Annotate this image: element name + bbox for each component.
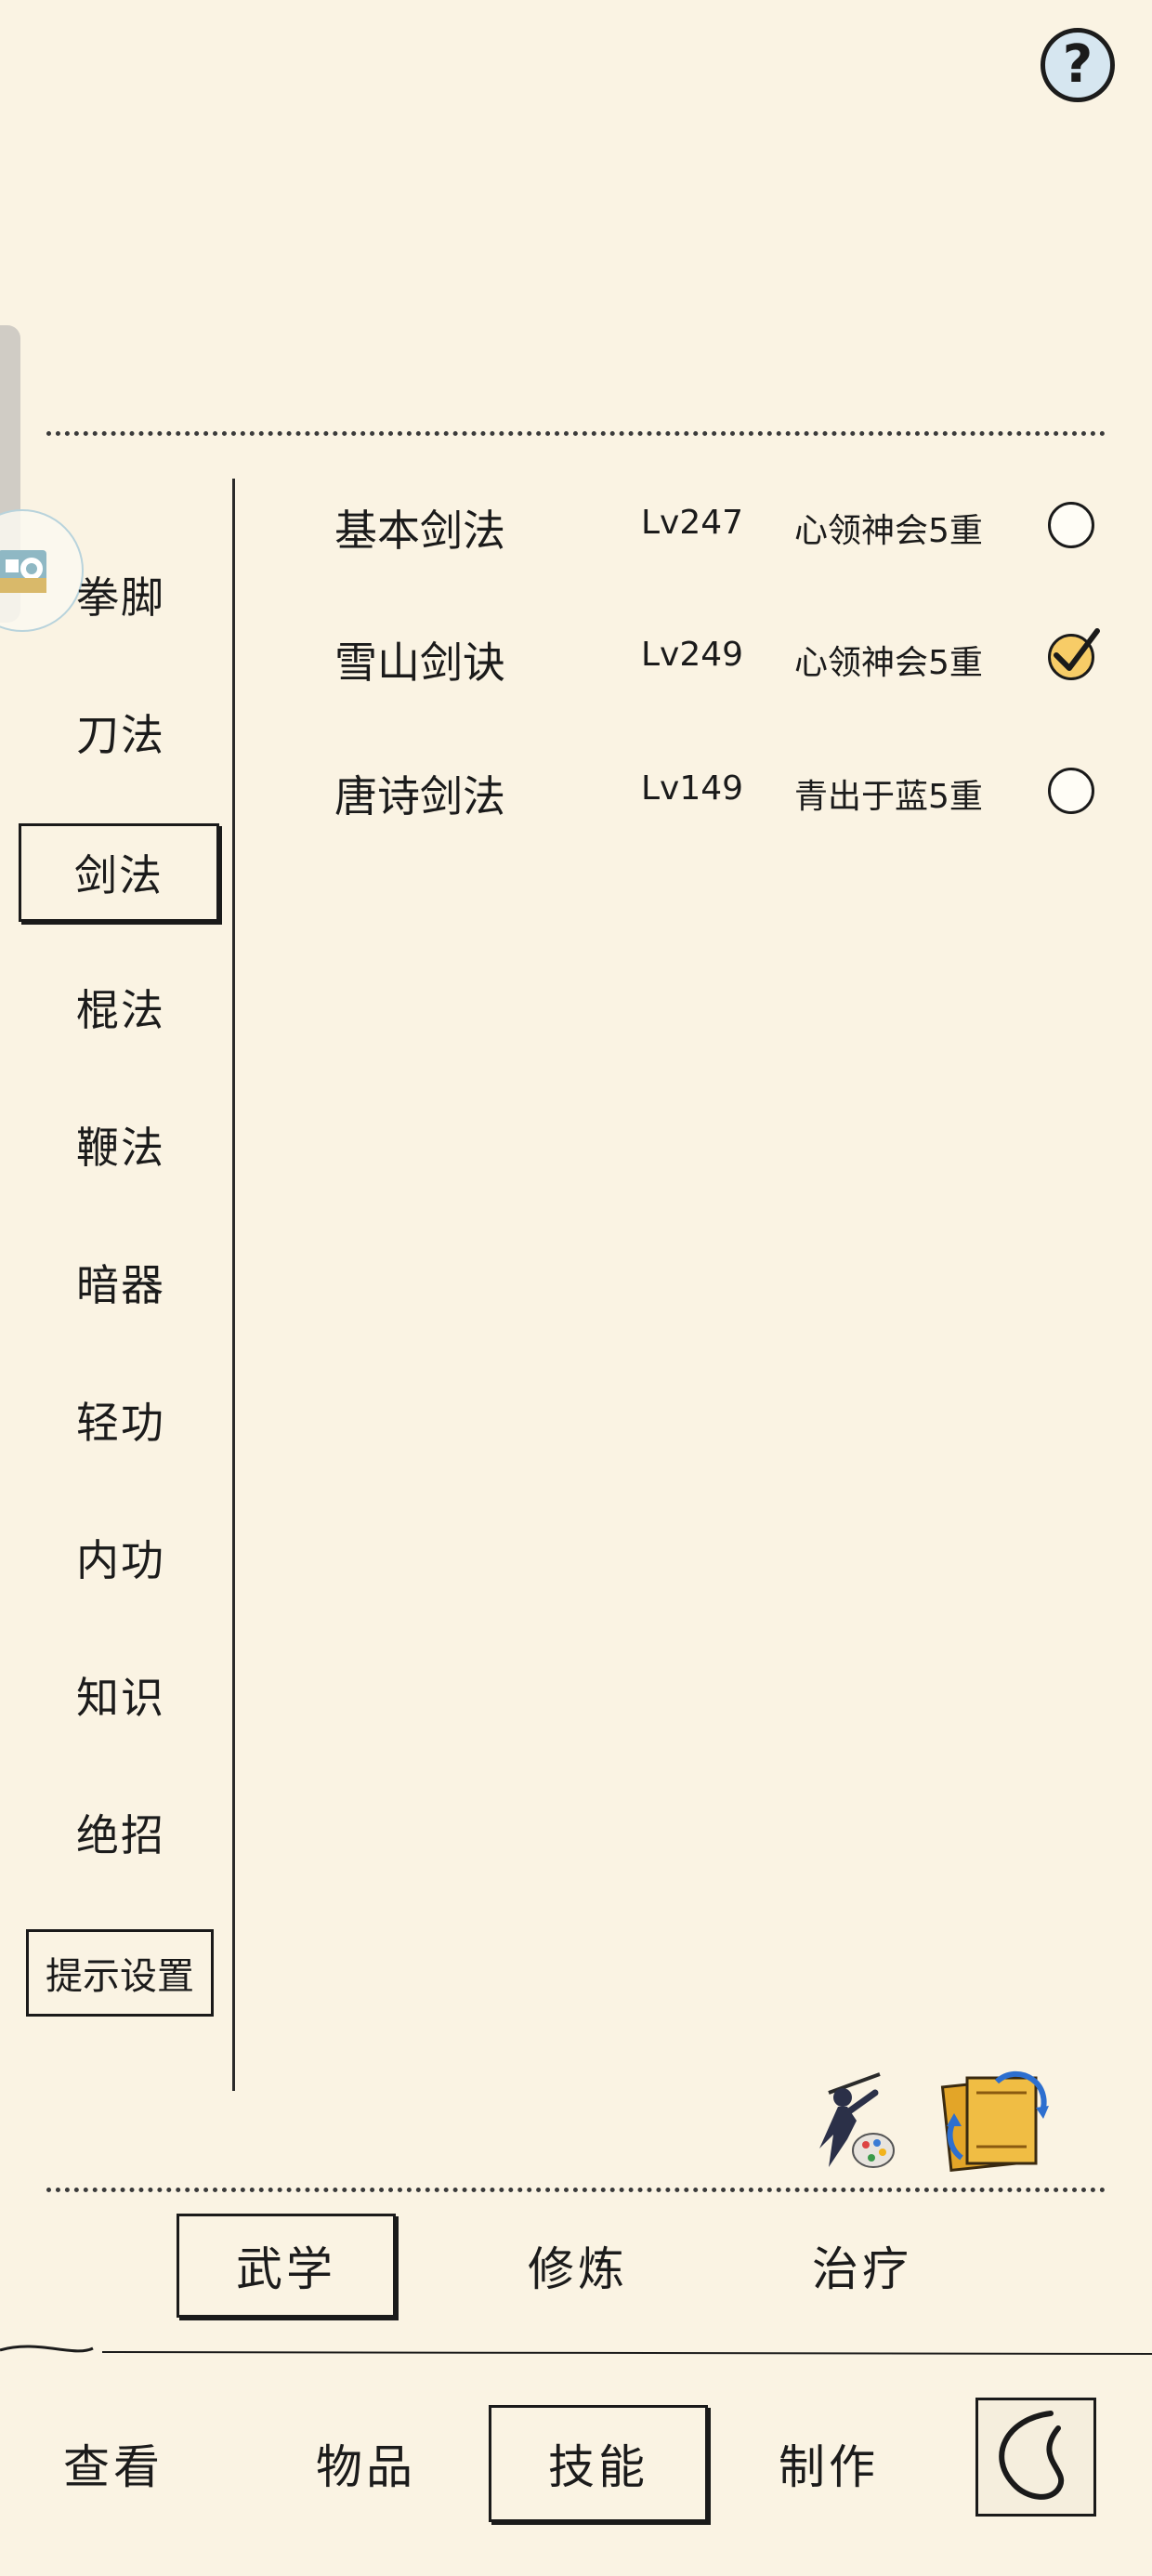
category-neigong[interactable]: 内功	[22, 1511, 219, 1604]
swordsman-palette-icon[interactable]	[792, 2065, 903, 2176]
nav-tab-items[interactable]: 物品	[256, 2405, 476, 2522]
equip-radio[interactable]	[1048, 502, 1094, 548]
back-button[interactable]	[975, 2398, 1096, 2517]
category-zhishi[interactable]: 知识	[22, 1649, 219, 1741]
category-label: 棍法	[76, 985, 165, 1035]
category-label: 剑法	[74, 850, 164, 900]
brush-divider	[0, 2345, 1152, 2355]
subtab-zhiliao[interactable]: 治疗	[753, 2214, 972, 2318]
bottom-divider	[46, 2188, 1106, 2192]
back-arrow-icon	[999, 2411, 1065, 2500]
category-anqi[interactable]: 暗器	[22, 1236, 219, 1329]
nav-label: 技能	[548, 2440, 648, 2494]
skill-name: 基本剑法	[334, 506, 505, 556]
nav-tab-skills[interactable]: 技能	[489, 2405, 708, 2522]
subtab-label: 治疗	[812, 2242, 912, 2296]
category-label: 鞭法	[76, 1123, 165, 1173]
category-label: 暗器	[76, 1260, 165, 1310]
category-quanjiao[interactable]: 拳脚	[22, 548, 219, 641]
category-label: 拳脚	[76, 572, 165, 623]
subtab-label: 修炼	[528, 2242, 628, 2296]
book-swap-icon[interactable]	[934, 2065, 1053, 2176]
equip-radio[interactable]	[1048, 628, 1100, 680]
skill-name: 唐诗剑法	[334, 771, 505, 821]
skill-row[interactable]: 唐诗剑法 Lv149 青出于蓝5重	[334, 749, 1106, 833]
nav-label: 制作	[779, 2440, 879, 2494]
skill-level: Lv149	[641, 769, 744, 808]
skill-rank: 心领神会5重	[794, 644, 983, 682]
category-qinggong[interactable]: 轻功	[22, 1373, 219, 1466]
category-label: 绝招	[76, 1810, 165, 1860]
tip-settings-button[interactable]: 提示设置	[26, 1929, 214, 2017]
sidebar-divider	[232, 479, 235, 2091]
checkmark-icon	[1054, 628, 1100, 671]
subtab-xiulian[interactable]: 修炼	[468, 2214, 687, 2318]
category-gunfa[interactable]: 棍法	[22, 961, 219, 1054]
top-divider	[46, 431, 1106, 436]
nav-label: 查看	[63, 2440, 164, 2494]
skill-name: 雪山剑诀	[334, 637, 505, 688]
skill-rank: 心领神会5重	[794, 512, 983, 550]
category-label: 轻功	[76, 1398, 165, 1448]
category-bianfa[interactable]: 鞭法	[22, 1098, 219, 1191]
category-label: 内功	[76, 1535, 165, 1585]
category-jianfa[interactable]: 剑法	[19, 823, 219, 922]
nav-tab-craft[interactable]: 制作	[719, 2405, 938, 2522]
category-label: 刀法	[76, 710, 165, 760]
skill-row[interactable]: 雪山剑诀 Lv249 心领神会5重	[334, 615, 1106, 699]
equip-radio[interactable]	[1048, 768, 1094, 814]
nav-label: 物品	[316, 2440, 416, 2494]
skill-rank: 青出于蓝5重	[794, 778, 983, 816]
question-icon: ?	[1062, 34, 1093, 95]
category-label: 知识	[76, 1673, 165, 1723]
subtab-wuxue[interactable]: 武学	[177, 2214, 396, 2318]
nav-tab-view[interactable]: 查看	[4, 2405, 223, 2522]
category-juezhao[interactable]: 绝招	[22, 1786, 219, 1879]
help-button[interactable]: ?	[1041, 28, 1115, 102]
category-daofa[interactable]: 刀法	[22, 686, 219, 779]
skill-row[interactable]: 基本剑法 Lv247 心领神会5重	[334, 483, 1106, 567]
skill-level: Lv249	[641, 636, 744, 674]
skill-level: Lv247	[641, 504, 744, 542]
subtab-label: 武学	[236, 2242, 336, 2296]
